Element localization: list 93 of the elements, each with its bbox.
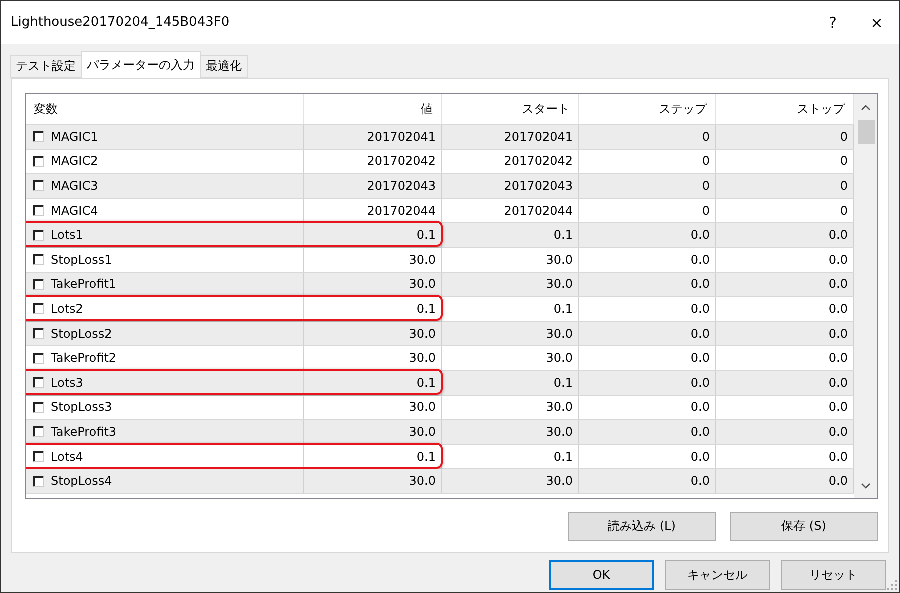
checkbox[interactable]	[33, 230, 44, 241]
parameter-name: MAGIC4	[51, 204, 98, 218]
reset-button[interactable]: リセット	[781, 560, 886, 590]
parameter-name: StopLoss2	[51, 326, 112, 341]
window-title: Lighthouse20170204_145B043F0	[11, 15, 231, 30]
scrollbar[interactable]	[854, 94, 877, 498]
parameter-name: TakeProfit2	[51, 351, 117, 366]
load-button[interactable]: 読み込み (L)	[568, 512, 716, 541]
checkbox[interactable]	[33, 254, 44, 266]
table-cell: 30.0	[304, 396, 442, 420]
table-cell: 0.1	[442, 297, 579, 321]
table-cell: 0.0	[579, 297, 716, 321]
table-cell: 0.1	[304, 444, 442, 468]
table-cell: 30.0	[442, 322, 579, 346]
table-cell: 0.0	[579, 272, 716, 296]
resize-grip-icon[interactable]	[887, 580, 897, 590]
checkbox[interactable]	[33, 476, 44, 487]
table-cell: 201702044	[442, 198, 579, 222]
table-cell: 201702042	[304, 150, 442, 174]
parameter-name: MAGIC2	[51, 154, 98, 168]
table-cell: 201702041	[304, 125, 442, 149]
checkbox[interactable]	[33, 303, 44, 314]
table-cell: 0.0	[579, 420, 716, 444]
table-cell: 201702043	[442, 174, 579, 198]
checkbox[interactable]	[33, 131, 44, 142]
tab[interactable]: パラメーターの入力	[81, 51, 201, 78]
checkbox[interactable]	[33, 426, 44, 438]
table-cell: 30.0	[442, 396, 579, 420]
parameter-name: StopLoss4	[51, 474, 112, 488]
checkbox[interactable]	[33, 377, 44, 388]
table-cell: 30.0	[304, 322, 442, 346]
parameter-name: StopLoss1	[51, 252, 112, 267]
parameter-name: StopLoss3	[51, 400, 112, 414]
table-cell: 30.0	[442, 272, 579, 296]
table-cell: 30.0	[304, 346, 442, 370]
checkbox[interactable]	[33, 180, 44, 192]
table-cell: 30.0	[442, 346, 579, 370]
save-button[interactable]: 保存 (S)	[730, 512, 878, 541]
parameter-name: TakeProfit3	[51, 424, 117, 439]
checkbox[interactable]	[33, 156, 44, 167]
table-cell: 0.0	[579, 223, 716, 247]
table-cell: 0.0	[579, 444, 716, 468]
help-button[interactable]: ?	[811, 1, 855, 44]
table-cell: 0	[579, 198, 716, 222]
table-cell: 201702041	[442, 125, 579, 149]
table-cell: 201702043	[304, 174, 442, 198]
table-cell: 0.1	[442, 444, 579, 468]
column-header[interactable]: スタート	[442, 94, 579, 124]
table-cell: 0.1	[304, 297, 442, 321]
table-cell: 0.0	[579, 469, 716, 493]
checkbox[interactable]	[33, 402, 44, 413]
parameter-name: TakeProfit1	[51, 277, 117, 292]
table-cell: 0	[579, 125, 716, 149]
parameter-name: Lots3	[51, 376, 84, 390]
column-header[interactable]: 変数	[26, 94, 304, 124]
table-cell: 30.0	[442, 469, 579, 493]
table-cell: 0.1	[442, 223, 579, 247]
table-cell: 30.0	[304, 469, 442, 493]
table-cell: 201702044	[304, 198, 442, 222]
table-cell: 0.0	[579, 248, 716, 272]
checkbox[interactable]	[33, 205, 44, 216]
scroll-up-icon[interactable]	[861, 104, 871, 111]
table-cell: 30.0	[442, 420, 579, 444]
table-cell: 30.0	[304, 248, 442, 272]
column-header[interactable]: 値	[304, 94, 442, 124]
checkbox[interactable]	[33, 278, 44, 290]
table-cell: 0.0	[579, 396, 716, 420]
checkbox[interactable]	[33, 352, 44, 364]
table-cell: 0	[579, 174, 716, 198]
table-cell: 0.0	[579, 322, 716, 346]
checkbox[interactable]	[33, 451, 44, 462]
tab[interactable]: テスト設定	[10, 55, 82, 78]
parameter-name: Lots1	[51, 228, 84, 242]
parameter-name: Lots2	[51, 302, 84, 316]
table-cell: 201702042	[442, 150, 579, 174]
parameter-name: Lots4	[51, 450, 84, 464]
table-cell: 0.0	[579, 346, 716, 370]
close-button[interactable]: ×	[855, 1, 899, 44]
parameter-name: MAGIC1	[51, 130, 98, 144]
table-cell: 0.1	[442, 370, 579, 395]
cancel-button[interactable]: キャンセル	[665, 560, 770, 590]
scroll-down-icon[interactable]	[861, 483, 871, 490]
tab[interactable]: 最適化	[200, 55, 248, 78]
parameter-name: MAGIC3	[51, 178, 98, 193]
table-cell: 30.0	[304, 420, 442, 444]
table-cell: 0.0	[579, 370, 716, 395]
table-cell: 0	[579, 150, 716, 174]
column-header[interactable]: ステップ	[579, 94, 716, 124]
table-cell: 30.0	[442, 248, 579, 272]
table-cell: 30.0	[304, 272, 442, 296]
checkbox[interactable]	[33, 328, 44, 340]
ok-button[interactable]: OK	[549, 560, 654, 590]
scrollbar-thumb[interactable]	[858, 120, 874, 144]
